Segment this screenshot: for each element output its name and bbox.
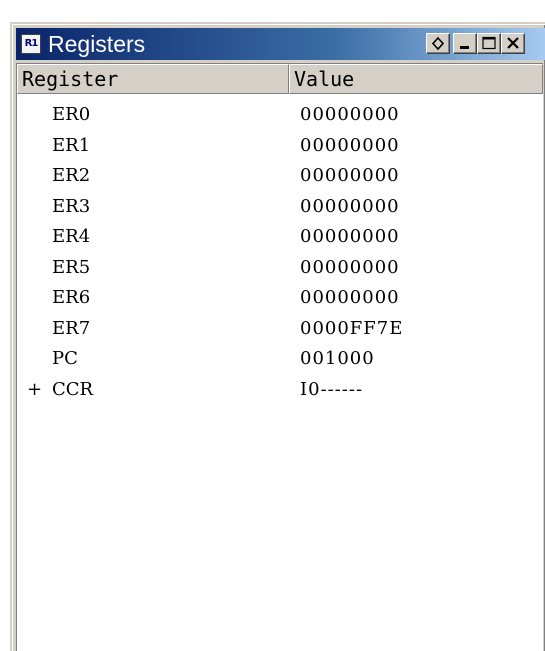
expand-toggle-ccr[interactable]: + xyxy=(27,375,47,405)
register-rows: ER0 00000000 ER1 00000000 ER2 00000000 E… xyxy=(17,100,543,405)
column-header-value[interactable]: Value xyxy=(289,64,543,94)
register-row-er0[interactable]: ER0 00000000 xyxy=(17,100,543,131)
close-button[interactable] xyxy=(501,33,525,54)
register-row-er2[interactable]: ER2 00000000 xyxy=(17,161,543,192)
register-row-er4[interactable]: ER4 00000000 xyxy=(17,222,543,253)
register-value[interactable]: 00000000 xyxy=(300,222,400,252)
register-name: ER6 xyxy=(52,287,91,308)
registers-window: R1 Registers Register Value ER0 00000000… xyxy=(10,22,545,651)
column-header-row: Register Value xyxy=(17,64,543,94)
register-row-ccr[interactable]: + CCR I0------ xyxy=(17,375,543,406)
maximize-button[interactable] xyxy=(477,33,501,54)
register-value[interactable]: 00000000 xyxy=(300,131,400,161)
register-name: ER7 xyxy=(52,317,91,339)
minimize-button[interactable] xyxy=(453,33,477,54)
register-name: CCR xyxy=(52,378,94,400)
maximize-icon xyxy=(482,36,496,50)
register-row-er7[interactable]: ER7 0000FF7E xyxy=(17,314,543,345)
registers-list[interactable]: Register Value ER0 00000000 ER1 00000000… xyxy=(16,63,543,651)
register-row-pc[interactable]: PC 001000 xyxy=(17,344,543,375)
register-name: ER1 xyxy=(52,134,91,156)
register-row-er3[interactable]: ER3 00000000 xyxy=(17,192,543,223)
restore-button[interactable] xyxy=(426,33,450,54)
register-value[interactable]: 00000000 xyxy=(300,192,400,222)
close-icon xyxy=(507,37,519,49)
register-value[interactable]: 00000000 xyxy=(300,161,400,191)
register-value[interactable]: 0000FF7E xyxy=(300,314,403,344)
register-value[interactable]: 00000000 xyxy=(300,100,400,130)
register-value[interactable]: 00000000 xyxy=(300,253,400,283)
registers-window-icon[interactable]: R1 xyxy=(21,34,41,54)
register-name: ER3 xyxy=(52,195,91,217)
diamond-icon xyxy=(431,36,445,51)
register-value[interactable]: 001000 xyxy=(300,344,375,374)
register-name: ER2 xyxy=(52,165,91,186)
register-value[interactable]: 00000000 xyxy=(300,283,400,313)
register-name: ER5 xyxy=(52,256,91,278)
register-name: PC xyxy=(52,348,78,369)
register-row-er5[interactable]: ER5 00000000 xyxy=(17,253,543,284)
window-title: Registers xyxy=(48,31,146,57)
register-name: ER0 xyxy=(52,104,91,125)
column-header-register[interactable]: Register xyxy=(17,64,289,94)
register-row-er6[interactable]: ER6 00000000 xyxy=(17,283,543,314)
register-name: ER4 xyxy=(52,226,91,247)
register-value[interactable]: I0------ xyxy=(300,375,363,405)
title-bar[interactable]: R1 Registers xyxy=(16,28,545,60)
minimize-icon xyxy=(460,46,469,49)
register-row-er1[interactable]: ER1 00000000 xyxy=(17,131,543,162)
